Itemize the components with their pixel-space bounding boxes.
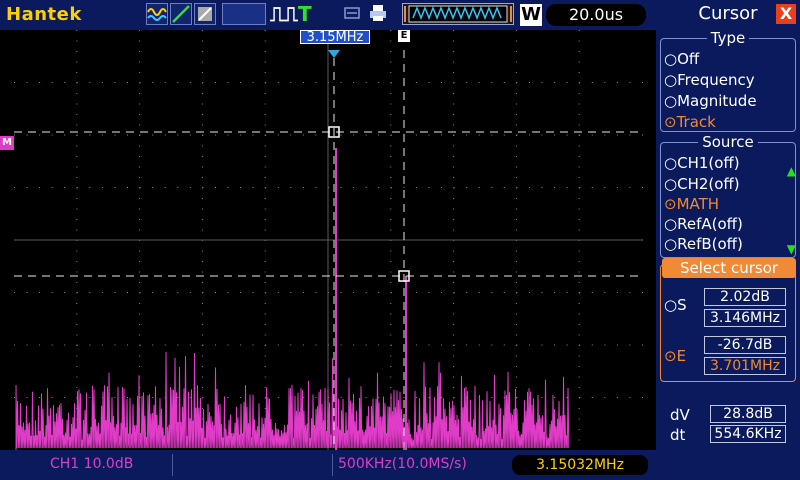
type-option-off[interactable]: ○Off xyxy=(664,50,699,68)
type-group-title: Type xyxy=(661,29,795,47)
channel-scale: CH1 10.0dB xyxy=(50,456,134,472)
delta-v-value: 28.8dB xyxy=(710,405,786,423)
cursor-s-db: 2.02dB xyxy=(704,288,786,306)
source-group-title: Source xyxy=(661,133,795,151)
divider xyxy=(172,454,173,476)
cursor-s-option[interactable]: ○S xyxy=(664,296,687,314)
pulse-icon[interactable]: ⎍⎍ xyxy=(270,2,298,26)
w-mode-icon[interactable]: W xyxy=(520,4,542,26)
source-option-math[interactable]: ⊙MATH xyxy=(664,195,719,213)
source-option-ch1[interactable]: ○CH1(off) xyxy=(664,154,740,172)
type-option-track[interactable]: ⊙Track xyxy=(664,113,716,131)
memory-depth-icon[interactable] xyxy=(402,3,514,25)
grid xyxy=(14,30,643,451)
fft-plot xyxy=(14,30,644,451)
cursor-s-label: 3.15MHz xyxy=(300,30,370,45)
printer-icon[interactable] xyxy=(368,3,390,25)
center-axes xyxy=(14,30,642,450)
trigger-slope-icon[interactable] xyxy=(170,3,192,25)
status-blank xyxy=(222,3,266,25)
brand-logo: Hantek xyxy=(6,4,82,25)
select-cursor-title: Select cursor xyxy=(662,258,796,278)
math-channel-marker: M xyxy=(0,136,14,150)
cursor-e-option[interactable]: ⊙E xyxy=(664,347,686,365)
wave-icon[interactable] xyxy=(146,3,168,25)
frequency-readout: 3.15032MHz xyxy=(512,455,648,475)
scroll-down-icon[interactable]: ▼ xyxy=(787,242,796,256)
cursor-s-freq: 3.146MHz xyxy=(704,309,786,327)
divider xyxy=(332,454,333,476)
noise-floor-trace xyxy=(15,351,570,450)
trigger-t-icon[interactable]: T xyxy=(298,2,312,26)
source-option-refb[interactable]: ○RefB(off) xyxy=(664,235,743,253)
stop-icon[interactable] xyxy=(194,3,216,25)
usb-icon xyxy=(342,3,364,25)
delta-t-value: 554.6KHz xyxy=(710,425,786,443)
close-button[interactable]: X xyxy=(776,4,796,24)
delta-t-label: dt xyxy=(670,426,686,444)
source-option-refa[interactable]: ○RefA(off) xyxy=(664,215,743,233)
source-option-ch2[interactable]: ○CH2(off) xyxy=(664,175,740,193)
top-toolbar: Hantek ⎍⎍ T W 20.0us xyxy=(0,0,656,30)
cursor-s-pointer-icon xyxy=(328,50,340,58)
timebase-display: 20.0us xyxy=(546,4,646,26)
fft-span: 500KHz(10.0MS/s) xyxy=(338,456,467,472)
type-option-frequency[interactable]: ○Frequency xyxy=(664,71,755,89)
delta-v-label: dV xyxy=(670,406,690,424)
scroll-up-icon[interactable]: ▲ xyxy=(787,164,796,178)
cursor-e-db: -26.7dB xyxy=(704,336,786,354)
cursor-e-tag: E xyxy=(398,30,410,42)
type-option-magnitude[interactable]: ○Magnitude xyxy=(664,92,757,110)
waveform-display[interactable]: 3.15MHz E xyxy=(14,30,656,451)
fft-trace xyxy=(15,351,570,450)
cursor-e-freq: 3.701MHz xyxy=(704,357,786,375)
